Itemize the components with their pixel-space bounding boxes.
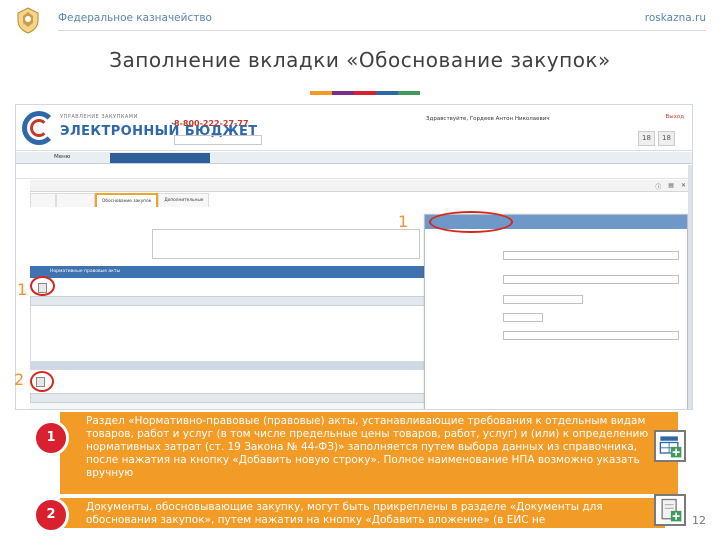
justification-textarea[interactable] xyxy=(152,229,420,259)
document-tabs: Обоснование закупок Дополнительные xyxy=(30,193,210,207)
page-number: 12 xyxy=(692,514,706,527)
calendar-icon[interactable]: 18 xyxy=(638,131,655,146)
documents-grid-body xyxy=(30,403,434,409)
color-bar xyxy=(398,91,420,95)
dialog-date-field[interactable] xyxy=(503,295,583,304)
marker-1-left: 1 xyxy=(17,280,28,299)
treasury-emblem-icon xyxy=(17,7,39,34)
documents-section-bar xyxy=(30,362,434,370)
toolbar-icons: ⓘ ▤ ✕ xyxy=(655,182,686,191)
callout-1-badge: 1 xyxy=(33,420,69,456)
print-icon[interactable]: ▤ xyxy=(668,182,674,191)
color-bar xyxy=(310,91,332,95)
callout-2: Документы, обосновывающие закупку, могут… xyxy=(60,498,665,528)
close-icon[interactable]: ✕ xyxy=(681,182,686,191)
tab-general[interactable] xyxy=(30,193,56,207)
app-screenshot: УПРАВЛЕНИЕ ЗАКУПКАМИ ЭЛЕКТРОННЫЙ БЮДЖЕТ … xyxy=(15,104,693,410)
tab-purchase-justification[interactable]: Обоснование закупок xyxy=(95,193,159,207)
scrollbar[interactable] xyxy=(688,165,692,409)
documents-grid-header xyxy=(30,393,434,403)
npa-grid-body xyxy=(30,306,434,362)
site-link[interactable]: roskazna.ru xyxy=(645,12,706,24)
header-divider xyxy=(58,30,706,31)
logout-link[interactable]: Выход xyxy=(665,114,684,120)
app-header: УПРАВЛЕНИЕ ЗАКУПКАМИ ЭЛЕКТРОННЫЙ БЮДЖЕТ … xyxy=(16,105,692,151)
callout-1: Раздел «Нормативно-правовые (правовые) а… xyxy=(60,412,678,494)
npa-section-bar: Нормативные правовые акты xyxy=(30,266,434,278)
document-toolbar: ⓘ ▤ ✕ xyxy=(30,180,692,192)
support-phone: 8-800-222-27-77 xyxy=(174,119,249,128)
org-name: Федеральное казначейство xyxy=(58,12,212,24)
tab-additional[interactable]: Дополнительные xyxy=(158,193,210,207)
app-search-input[interactable] xyxy=(174,135,262,145)
dialog-number-field[interactable] xyxy=(503,313,543,322)
npa-grid-header xyxy=(30,296,434,306)
menu-home-link[interactable]: Меню xyxy=(54,154,70,160)
app-menu-bar: Меню xyxy=(16,152,692,164)
document-breadcrumb xyxy=(16,165,692,179)
add-attachment-icon xyxy=(654,494,686,526)
info-icon[interactable]: ⓘ xyxy=(655,182,661,191)
slide-title: Заполнение вкладки «Обоснование закупок» xyxy=(109,48,611,72)
dialog-field[interactable] xyxy=(503,251,679,260)
open-document-tab[interactable] xyxy=(110,153,210,163)
highlight-circle xyxy=(30,371,54,392)
color-bar xyxy=(354,91,376,95)
logo-inner-icon xyxy=(30,119,48,137)
logo-subtitle: УПРАВЛЕНИЕ ЗАКУПКАМИ xyxy=(60,114,138,120)
highlight-circle xyxy=(30,276,55,296)
calendar-icon[interactable]: 18 xyxy=(658,131,675,146)
marker-2-left: 2 xyxy=(14,370,25,389)
title-color-bars xyxy=(310,91,420,95)
add-row-icon xyxy=(654,430,686,462)
tab-objects[interactable] xyxy=(55,193,95,207)
highlight-circle xyxy=(429,211,513,233)
marker-1-top: 1 xyxy=(398,212,409,231)
npa-selection-dialog xyxy=(424,211,688,409)
dialog-field[interactable] xyxy=(503,275,679,284)
callout-2-badge: 2 xyxy=(33,497,69,533)
left-form-area xyxy=(30,208,150,264)
color-bar xyxy=(332,91,354,95)
dialog-field[interactable] xyxy=(503,331,679,340)
user-greeting: Здравствуйте, Гордеев Антон Николаевич xyxy=(426,116,550,122)
color-bar xyxy=(376,91,398,95)
